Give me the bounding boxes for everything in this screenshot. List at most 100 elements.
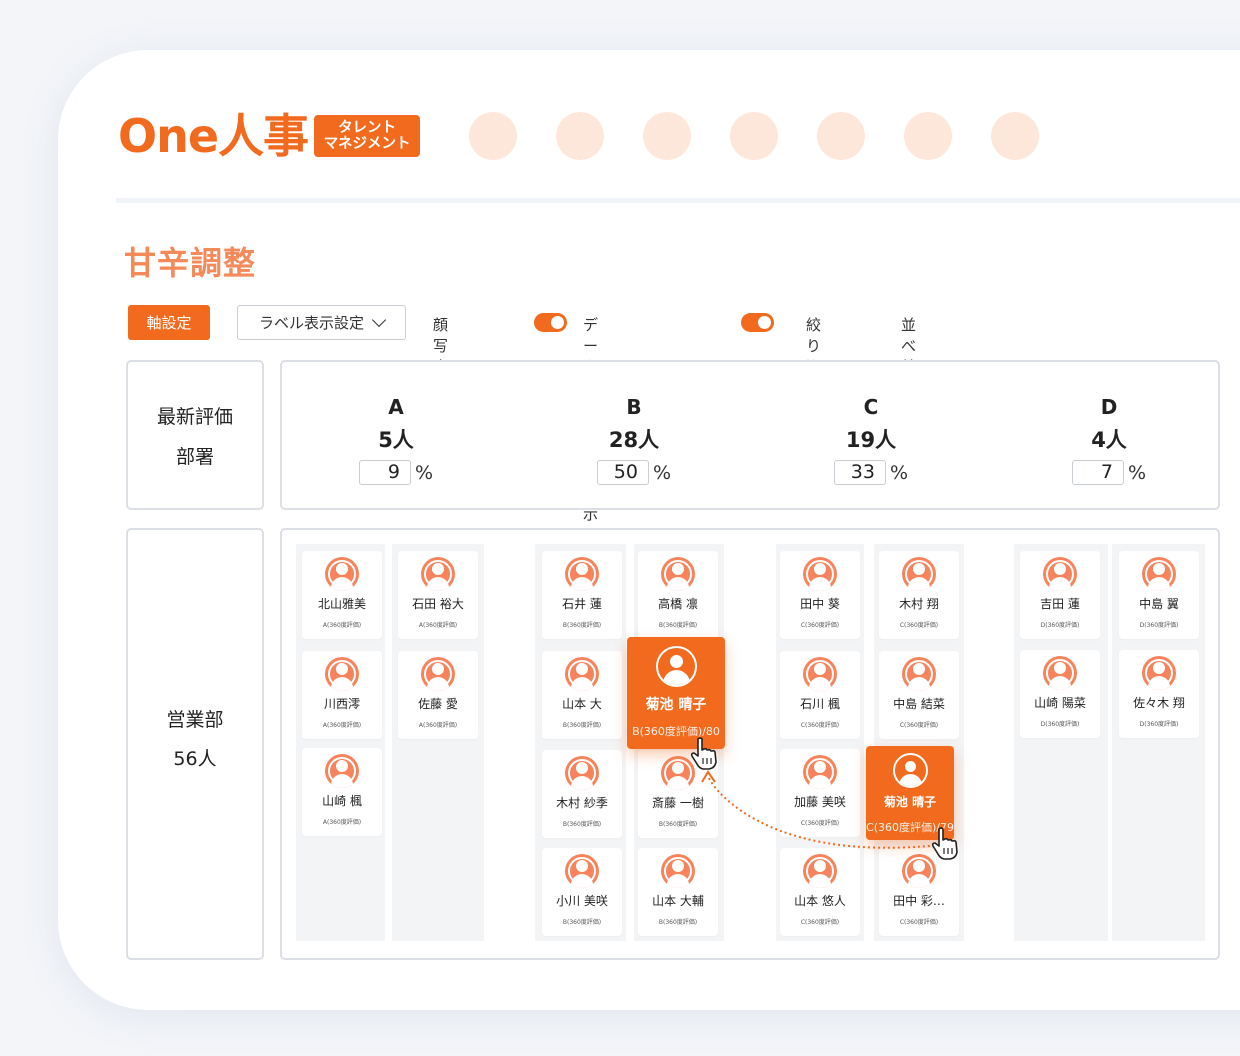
employee-card[interactable]: 北山雅美 A(360度評価) [302, 551, 382, 639]
grade-header: A 5人 9 % B 28人 50 % C 19人 33 % D 4人 7 % [280, 360, 1220, 510]
grade-percentage: 7 % [1029, 460, 1189, 485]
employee-evaluation: D(360度評価) [1139, 622, 1179, 629]
dragged-employee-card-preview[interactable]: 菊池 晴子 B(360度評価)/80 [627, 637, 725, 749]
employee-name: 川西澪 [323, 697, 360, 711]
axis-settings-button[interactable]: 軸設定 [128, 305, 210, 340]
user-avatar-icon [1043, 656, 1077, 690]
employee-card[interactable]: 小川 美咲 B(360度評価) [542, 848, 622, 936]
user-avatar-icon [656, 646, 697, 687]
empty-cells-toggle[interactable] [741, 313, 774, 332]
grade-count: 28人 [608, 428, 660, 452]
logo-tag: タレント マネジメント [314, 115, 421, 157]
employee-name: 田中 葵 [800, 597, 840, 611]
nav-placeholder-dot[interactable] [643, 112, 691, 160]
hand-pointer-icon [690, 737, 717, 770]
header-nav-placeholders [469, 112, 1039, 160]
employee-card[interactable]: 中島 翼 D(360度評価) [1119, 551, 1199, 639]
grade-letter: A [388, 395, 404, 419]
grade-letter: D [1100, 395, 1118, 419]
grade-count: 19人 [845, 428, 897, 452]
grade-count: 4人 [1091, 428, 1127, 452]
nav-placeholder-dot[interactable] [991, 112, 1039, 160]
employee-evaluation: A(360度評価) [322, 622, 362, 629]
label-settings-dropdown[interactable]: ラベル表示設定 [237, 305, 406, 340]
employee-card[interactable]: 山崎 楓 A(360度評価) [302, 748, 382, 836]
employee-card[interactable]: 石田 裕大 A(360度評価) [398, 551, 478, 639]
nav-placeholder-dot[interactable] [730, 112, 778, 160]
grade-letter: C [863, 395, 879, 419]
user-avatar-icon [1142, 656, 1176, 690]
employee-evaluation: C(360度評価) [899, 722, 939, 729]
department-box: 営業部 56人 [126, 528, 264, 960]
employee-card[interactable]: 田中 葵 C(360度評価) [780, 551, 860, 639]
employee-name: 菊池 晴子 [883, 795, 937, 809]
employee-name: 山本 悠人 [794, 894, 846, 908]
user-avatar-icon [902, 657, 936, 691]
employee-name: 木村 紗季 [556, 796, 608, 810]
employee-name: 佐々木 翔 [1133, 696, 1185, 710]
grade-letter: B [626, 395, 642, 419]
employee-card[interactable]: 中島 結菜 C(360度評価) [879, 651, 959, 739]
employee-card[interactable]: 木村 翔 C(360度評価) [879, 551, 959, 639]
employee-card[interactable]: 川西澪 A(360度評価) [302, 651, 382, 739]
employee-card[interactable]: 佐藤 愛 A(360度評価) [398, 651, 478, 739]
employee-evaluation: A(360度評価) [418, 622, 458, 629]
employee-card[interactable]: 吉田 蓮 D(360度評価) [1020, 551, 1100, 639]
employee-evaluation: D(360度評価) [1139, 721, 1179, 728]
row-axis-label: 最新評価 [156, 406, 233, 428]
employee-evaluation: B(360度評価) [658, 919, 698, 926]
employee-evaluation: D(360度評価) [1040, 721, 1080, 728]
employee-evaluation: C(360度評価) [899, 919, 939, 926]
employee-card[interactable]: 佐々木 翔 D(360度評価) [1119, 650, 1199, 738]
employee-card[interactable]: 石井 蓮 B(360度評価) [542, 551, 622, 639]
grade-percentage: 9 % [316, 460, 476, 485]
employee-card[interactable]: 山崎 陽菜 D(360度評価) [1020, 650, 1100, 738]
user-avatar-icon [421, 657, 455, 691]
employee-name: 石井 蓮 [562, 597, 602, 611]
employee-name: 吉田 蓮 [1040, 597, 1080, 611]
employee-name: 菊池 晴子 [645, 697, 707, 713]
nav-placeholder-dot[interactable] [904, 112, 952, 160]
grade-c: C 19人 33 % [791, 392, 951, 485]
percentage-input[interactable]: 50 [596, 460, 649, 485]
label-settings-label: ラベル表示設定 [258, 314, 364, 332]
nav-placeholder-dot[interactable] [817, 112, 865, 160]
employee-card[interactable]: 山本 大 B(360度評価) [542, 651, 622, 739]
user-avatar-icon [1043, 557, 1077, 591]
photo-toggle[interactable] [534, 313, 567, 332]
axis-label-box: 最新評価 部署 [126, 360, 264, 510]
employee-card[interactable]: 山本 大輔 B(360度評価) [638, 848, 718, 936]
user-avatar-icon [421, 557, 455, 591]
employee-evaluation: B(360度評価) [658, 622, 698, 629]
employee-name: 木村 翔 [899, 597, 939, 611]
employee-name: 北山雅美 [317, 597, 366, 611]
percent-sign: % [414, 461, 434, 484]
logo-tag-line1: タレント [338, 120, 397, 136]
user-avatar-icon [803, 657, 837, 691]
grade-percentage: 50 % [554, 460, 714, 485]
employee-evaluation: C(360度評価) [800, 722, 840, 729]
employee-evaluation: C(360度評価) [800, 919, 840, 926]
employee-card[interactable]: 高橋 凛 B(360度評価) [638, 551, 718, 639]
employee-card[interactable]: 木村 紗季 B(360度評価) [542, 750, 622, 838]
nav-placeholder-dot[interactable] [556, 112, 604, 160]
employee-name: 田中 彩… [893, 894, 945, 908]
employee-evaluation: B(360度評価) [562, 919, 602, 926]
employee-name: 小川 美咲 [556, 894, 608, 908]
chevron-down-icon [371, 312, 387, 328]
grade-percentage: 33 % [791, 460, 951, 485]
employee-evaluation: A(360度評価) [322, 819, 362, 826]
grade-d: D 4人 7 % [1029, 392, 1189, 485]
percentage-input[interactable]: 9 [358, 460, 411, 485]
user-avatar-icon [803, 557, 837, 591]
employee-card[interactable]: 山本 悠人 C(360度評価) [780, 848, 860, 936]
employee-name: 山本 大輔 [652, 894, 704, 908]
user-avatar-icon [565, 557, 599, 591]
nav-placeholder-dot[interactable] [469, 112, 517, 160]
employee-evaluation: A(360度評価) [418, 722, 458, 729]
percentage-input[interactable]: 33 [833, 460, 886, 485]
employee-card[interactable]: 石川 楓 C(360度評価) [780, 651, 860, 739]
employee-evaluation: B(360度評価) [562, 622, 602, 629]
percentage-input[interactable]: 7 [1071, 460, 1124, 485]
app-logo[interactable]: One人事 タレント マネジメント [118, 110, 421, 162]
